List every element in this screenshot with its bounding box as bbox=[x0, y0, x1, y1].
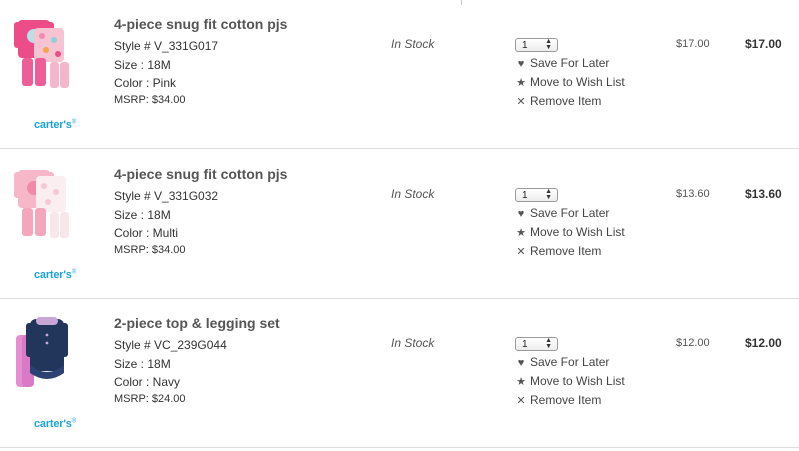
save-for-later-link[interactable]: ♥ Save For Later bbox=[515, 206, 610, 220]
product-color: Color : Pink bbox=[114, 76, 177, 90]
quantity-select[interactable]: 1 ▲ ▼ bbox=[515, 188, 558, 202]
product-title[interactable]: 4-piece snug fit cotton pjs bbox=[114, 166, 287, 182]
quantity-select[interactable]: 1 ▲ ▼ bbox=[515, 337, 558, 351]
unit-price: $17.00 bbox=[676, 38, 710, 50]
remove-item-link[interactable]: ✕ Remove Item bbox=[515, 244, 601, 258]
move-to-wish-list-link[interactable]: ★ Move to Wish List bbox=[515, 225, 625, 239]
product-color: Color : Multi bbox=[114, 226, 179, 240]
remove-item-link[interactable]: ✕ Remove Item bbox=[515, 393, 601, 407]
close-icon: ✕ bbox=[516, 246, 526, 258]
line-total: $13.60 bbox=[745, 187, 782, 201]
stock-status: In Stock bbox=[391, 336, 435, 350]
star-icon: ★ bbox=[516, 227, 526, 239]
stock-status: In Stock bbox=[391, 37, 435, 51]
line-total: $12.00 bbox=[745, 336, 782, 350]
close-icon: ✕ bbox=[516, 96, 526, 108]
product-msrp: MSRP: $34.00 bbox=[114, 94, 186, 106]
product-size: Size : 18M bbox=[114, 357, 171, 371]
move-to-wish-list-link[interactable]: ★ Move to Wish List bbox=[515, 374, 625, 388]
quantity-select[interactable]: 1 ▲ ▼ bbox=[515, 38, 558, 52]
product-size: Size : 18M bbox=[114, 208, 171, 222]
product-style: Style # V_331G032 bbox=[114, 189, 219, 203]
heart-icon: ♥ bbox=[517, 208, 525, 220]
product-title[interactable]: 2-piece top & legging set bbox=[114, 315, 280, 331]
remove-item-link[interactable]: ✕ Remove Item bbox=[515, 94, 601, 108]
updown-arrows-icon: ▲ ▼ bbox=[545, 337, 552, 350]
save-for-later-link[interactable]: ♥ Save For Later bbox=[515, 56, 610, 70]
brand-logo: carter's® bbox=[34, 269, 76, 281]
product-image[interactable] bbox=[12, 164, 72, 242]
product-color: Color : Navy bbox=[114, 375, 181, 389]
updown-arrows-icon: ▲ ▼ bbox=[545, 38, 552, 51]
heart-icon: ♥ bbox=[517, 58, 525, 70]
star-icon: ★ bbox=[516, 376, 526, 388]
product-image[interactable] bbox=[12, 313, 72, 391]
heart-icon: ♥ bbox=[517, 357, 525, 369]
move-to-wish-list-link[interactable]: ★ Move to Wish List bbox=[515, 75, 625, 89]
close-icon: ✕ bbox=[516, 395, 526, 407]
cart-item-row: carter's® 4-piece snug fit cotton pjs St… bbox=[0, 150, 799, 299]
cart-item-row: carter's® 2-piece top & legging set Styl… bbox=[0, 299, 799, 448]
product-title[interactable]: 4-piece snug fit cotton pjs bbox=[114, 16, 287, 32]
brand-logo: carter's® bbox=[34, 418, 76, 430]
product-style: Style # VC_239G044 bbox=[114, 338, 227, 352]
product-msrp: MSRP: $34.00 bbox=[114, 244, 186, 256]
product-image[interactable] bbox=[12, 14, 72, 92]
updown-arrows-icon: ▲ ▼ bbox=[545, 188, 552, 201]
stock-status: In Stock bbox=[391, 187, 435, 201]
quantity-value: 1 bbox=[522, 339, 528, 350]
star-icon: ★ bbox=[516, 77, 526, 89]
line-total: $17.00 bbox=[745, 37, 782, 51]
product-size: Size : 18M bbox=[114, 58, 171, 72]
product-style: Style # V_331G017 bbox=[114, 39, 219, 53]
unit-price: $13.60 bbox=[676, 188, 710, 200]
cart-item-row: carter's® 4-piece snug fit cotton pjs St… bbox=[0, 0, 799, 149]
product-msrp: MSRP: $24.00 bbox=[114, 393, 186, 405]
quantity-value: 1 bbox=[522, 190, 528, 201]
unit-price: $12.00 bbox=[676, 337, 710, 349]
quantity-value: 1 bbox=[522, 40, 528, 51]
save-for-later-link[interactable]: ♥ Save For Later bbox=[515, 355, 610, 369]
brand-logo: carter's® bbox=[34, 119, 76, 131]
